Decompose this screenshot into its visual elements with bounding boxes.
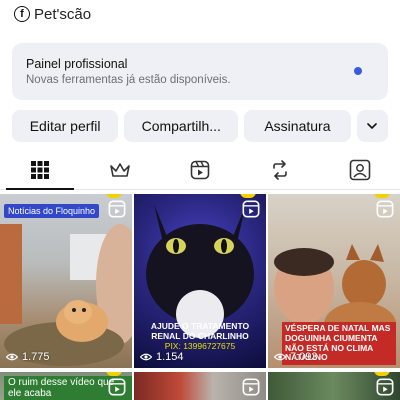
tab-reposts[interactable] [240,150,320,189]
post-caption-phone: PIX: 13996727675 [164,340,236,351]
view-count: 1.775 [6,351,50,363]
tab-reels[interactable] [160,150,240,189]
post-thumbnail[interactable]: AJUDE O TRATAMENTO RENAL DO CHARLINHO PI… [134,194,266,368]
share-profile-button[interactable]: Compartilh... [124,110,239,142]
reels-icon [108,378,126,396]
account-name: Pet'scão [34,5,92,23]
post-thumbnail[interactable] [134,372,266,400]
subscription-button[interactable]: Assinatura [244,110,351,142]
account-header: f Pet'scão [14,4,91,24]
eye-icon [6,353,18,361]
profile-tabs [0,150,400,190]
reels-icon [242,200,260,218]
dog-photo [0,224,132,366]
professional-dashboard[interactable]: Painel profissional Novas ferramentas já… [12,43,388,100]
profile-actions: Editar perfil Compartilh... Assinatura [12,110,388,142]
facebook-icon[interactable]: f [14,6,30,22]
posts-grid: Notícias do Floquinho 1.775 AJUDE O TRAT… [0,194,400,400]
notification-dot [354,67,362,75]
panel-subtitle: Novas ferramentas já estão disponíveis. [26,74,231,86]
post-thumbnail[interactable]: Notícias do Floquinho 1.775 [0,194,132,368]
tab-grid[interactable] [0,150,80,190]
reels-icon [376,378,394,396]
view-count-value: 7.093 [290,351,318,363]
edit-profile-button[interactable]: Editar perfil [12,110,119,142]
post-thumbnail[interactable]: VÉSPERA DE NATAL MAS DOGUINHA CIUMENTA N… [268,194,400,368]
grid-icon [31,160,49,179]
post-caption: AJUDE O TRATAMENTO RENAL DO CHARLINHO PI… [140,321,260,351]
repost-icon [273,159,287,180]
tab-tagged[interactable] [320,150,400,189]
post-caption-text: AJUDE O TRATAMENTO RENAL DO CHARLINHO [150,321,250,341]
post-thumbnail[interactable]: O ruim desse vídeo que ele acaba [0,372,132,400]
tab-subscriptions[interactable] [80,150,160,189]
post-tag: Notícias do Floquinho [4,204,100,218]
reels-icon [376,200,394,218]
crown-icon [110,162,130,177]
reels-icon [242,378,260,396]
panel-title: Painel profissional [26,57,128,71]
reels-icon [190,160,210,179]
eye-icon [274,353,286,361]
chevron-down-icon [367,123,378,130]
more-options-button[interactable] [356,110,388,142]
view-count-value: 1.154 [156,351,184,363]
eye-icon [140,353,152,361]
reels-icon [108,200,126,218]
post-thumbnail[interactable] [268,372,400,400]
view-count-value: 1.775 [22,351,50,363]
view-count: 1.154 [140,351,184,363]
view-count: 7.093 [274,351,318,363]
tagged-icon [349,159,371,180]
status-badge [374,372,390,376]
